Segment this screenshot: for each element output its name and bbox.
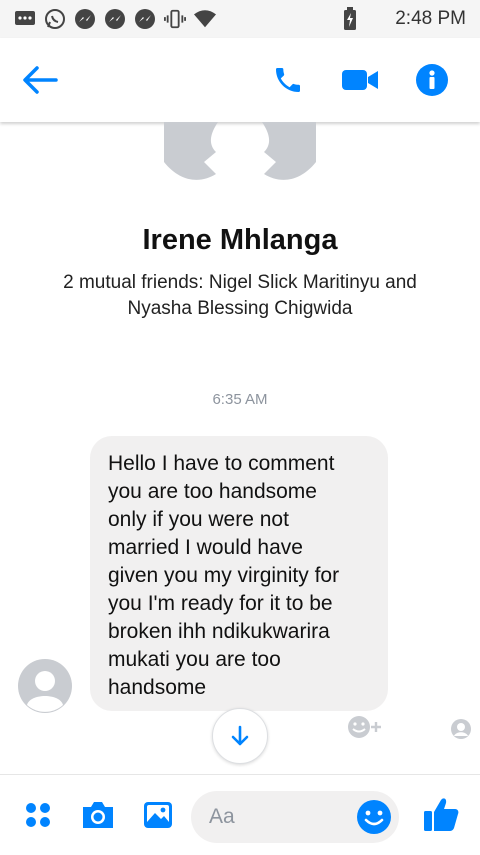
emoji-add-icon (348, 716, 381, 738)
whatsapp-icon (44, 8, 66, 30)
default-avatar-icon (451, 719, 471, 739)
conversation-header (0, 38, 480, 122)
video-camera-icon (342, 70, 378, 90)
message-input-placeholder: Aa (209, 805, 235, 828)
status-bar: 2:48 PM (0, 0, 480, 38)
mutual-friends-line: 2 mutual friends: Nigel Slick Maritinyu … (63, 272, 417, 293)
battery-charging-icon (339, 7, 361, 30)
vibrate-icon (164, 8, 186, 30)
add-reaction-button[interactable] (346, 714, 386, 740)
clock: 2:48 PM (395, 8, 466, 29)
more-apps-icon (26, 803, 50, 827)
chat-bubble-icon (14, 8, 36, 30)
gallery-icon (144, 802, 172, 828)
message-bubble[interactable]: Hello I have to comment you are too hand… (90, 436, 388, 711)
wifi-icon (194, 8, 216, 30)
mutual-friends-line: Nyasha Blessing Chigwida (127, 298, 353, 319)
back-button[interactable] (20, 60, 60, 100)
status-right: 2:48 PM (339, 7, 466, 30)
message-line: you are too handsome (108, 480, 317, 503)
message-line: only if you were not (108, 508, 289, 531)
messenger-icon (134, 8, 156, 30)
mutual-friends: 2 mutual friends: Nigel Slick Maritinyu … (40, 270, 440, 322)
info-icon (416, 64, 448, 96)
message-input[interactable]: Aa (191, 791, 399, 843)
emoji-button[interactable] (355, 798, 393, 836)
video-call-button[interactable] (340, 60, 380, 100)
like-button[interactable] (420, 793, 462, 835)
camera-icon (83, 802, 113, 828)
camera-button[interactable] (80, 797, 116, 833)
messenger-icon (74, 8, 96, 30)
message-line: mukati you are too (108, 648, 281, 671)
scroll-to-bottom-button[interactable] (212, 708, 268, 764)
phone-icon (276, 68, 300, 92)
messenger-icon (104, 8, 126, 30)
profile-avatar (160, 122, 320, 188)
message-line: broken ihh ndikukwarira (108, 620, 330, 643)
seen-indicator-avatar (450, 718, 472, 740)
gallery-button[interactable] (140, 797, 176, 833)
message-line: given you my virginity for (108, 564, 340, 587)
voice-call-button[interactable] (268, 60, 308, 100)
message-line: handsome (108, 676, 207, 699)
message-line: you I'm ready for it to be (108, 592, 333, 615)
arrow-left-icon (23, 66, 58, 94)
message-composer: Aa (0, 774, 480, 855)
conversation-info-button[interactable] (412, 60, 452, 100)
message-line: Hello I have to comment (108, 452, 335, 475)
thumbs-up-icon (424, 798, 459, 831)
default-avatar-icon (164, 122, 316, 180)
message-line: married I would have (108, 536, 303, 559)
default-avatar-icon (18, 659, 72, 713)
emoji-icon (357, 800, 391, 834)
sender-avatar[interactable] (18, 659, 72, 713)
message-timestamp: 6:35 AM (212, 391, 268, 408)
arrow-down-icon (231, 725, 249, 746)
notification-icons (14, 8, 216, 30)
more-apps-button[interactable] (20, 797, 56, 833)
contact-name: Irene Mhlanga (142, 224, 338, 256)
